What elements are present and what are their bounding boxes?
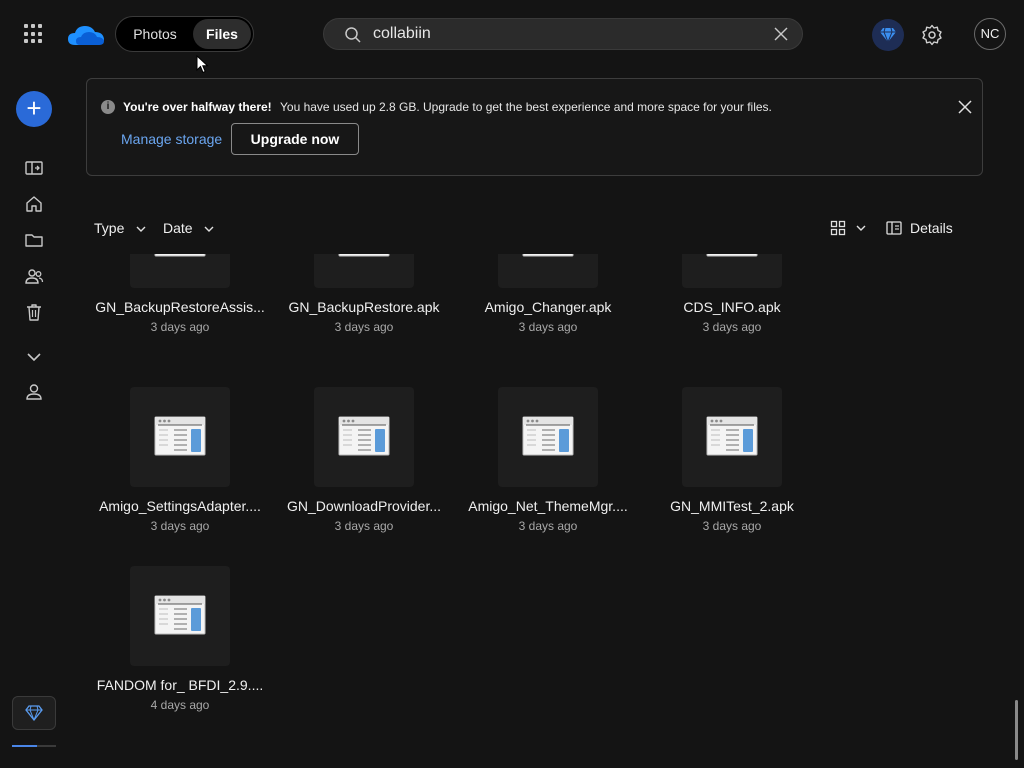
info-icon: i [101,100,115,114]
file-tile[interactable]: GN_BackupRestore.apk 3 days ago [272,254,456,358]
file-name[interactable]: GN_MMITest_2.apk [640,498,824,514]
settings-gear-icon[interactable] [920,23,944,47]
file-tile[interactable]: Amigo_Net_ThemeMgr.... 3 days ago [456,387,640,557]
file-thumbnail[interactable] [498,387,598,487]
apk-file-icon [154,595,206,635]
files-grid: GN_BackupRestoreAssis... 3 days ago GN_Bac… [68,254,1013,768]
details-pane-button[interactable]: Details [886,219,953,237]
apk-file-icon [154,416,206,456]
file-name[interactable]: GN_BackupRestoreAssis... [88,299,272,315]
view-options-button[interactable] [830,219,866,237]
file-modified: 3 days ago [334,320,394,334]
file-tile[interactable]: GN_MMITest_2.apk 3 days ago [640,387,824,557]
file-thumbnail[interactable] [314,387,414,487]
apk-file-icon [338,254,390,257]
chevron-down-icon [204,226,214,233]
search-box [323,18,803,50]
sidebar: + [0,68,68,768]
manage-storage-link[interactable]: Manage storage [121,131,222,147]
file-tile[interactable]: FANDOM for_ BFDI_2.9.... 4 days ago [88,566,272,736]
file-name[interactable]: GN_DownloadProvider... [272,498,456,514]
file-thumbnail[interactable] [682,387,782,487]
search-input[interactable] [373,19,763,49]
file-thumbnail[interactable] [314,254,414,288]
file-modified: 3 days ago [518,320,578,334]
file-name[interactable]: FANDOM for_ BFDI_2.9.... [88,677,272,693]
banner-message: You have used up 2.8 GB. Upgrade to get … [280,100,772,114]
apk-file-icon [522,416,574,456]
file-modified: 4 days ago [150,698,210,712]
vertical-scrollbar[interactable] [1015,700,1018,760]
storage-warning-banner: i You're over halfway there! You have us… [86,78,983,176]
mouse-cursor-icon [196,55,209,74]
onedrive-logo[interactable] [66,20,106,48]
chevron-down-icon [856,225,866,231]
apk-file-icon [154,254,206,257]
diamond-icon [25,705,43,721]
file-modified: 3 days ago [150,519,210,533]
person-icon[interactable] [24,382,44,402]
apk-file-icon [522,254,574,257]
storage-progress-bar [12,745,56,747]
account-avatar[interactable]: NC [974,18,1006,50]
grid-view-icon [830,220,846,236]
file-name[interactable]: CDS_INFO.apk [640,299,824,315]
file-name[interactable]: GN_BackupRestore.apk [272,299,456,315]
date-filter-button[interactable]: Date [163,219,214,237]
file-thumbnail[interactable] [682,254,782,288]
file-tile[interactable]: GN_BackupRestoreAssis... 3 days ago [88,254,272,358]
create-new-button[interactable]: + [16,91,52,127]
file-name[interactable]: Amigo_SettingsAdapter.... [88,498,272,514]
tab-photos[interactable]: Photos [119,19,191,49]
premium-side-button[interactable] [12,696,56,730]
file-tile[interactable]: Amigo_SettingsAdapter.... 3 days ago [88,387,272,557]
file-modified: 3 days ago [150,320,210,334]
apk-file-icon [338,416,390,456]
type-filter-label: Type [94,220,125,236]
apk-file-icon [706,416,758,456]
type-filter-button[interactable]: Type [94,219,146,237]
premium-button[interactable] [872,19,904,51]
details-pane-icon [886,221,902,235]
file-thumbnail[interactable] [130,566,230,666]
apk-file-icon [706,254,758,257]
folder-icon[interactable] [24,230,44,250]
tab-files[interactable]: Files [193,19,251,49]
home-icon[interactable] [24,194,44,214]
file-modified: 3 days ago [334,519,394,533]
upgrade-now-button[interactable]: Upgrade now [231,123,359,155]
search-icon [345,27,361,43]
top-bar: Photos Files NC [0,0,1024,68]
recycle-bin-icon[interactable] [24,302,44,322]
file-tile[interactable]: CDS_INFO.apk 3 days ago [640,254,824,358]
chevron-down-icon [136,226,146,233]
my-files-icon[interactable] [24,158,44,178]
diamond-icon [880,27,896,43]
file-tile[interactable]: GN_DownloadProvider... 3 days ago [272,387,456,557]
banner-title: You're over halfway there! [123,100,272,114]
close-icon[interactable] [958,100,972,114]
file-name[interactable]: Amigo_Net_ThemeMgr.... [456,498,640,514]
app-launcher-icon[interactable] [24,24,44,44]
file-modified: 3 days ago [702,320,762,334]
clear-search-icon[interactable] [774,27,788,41]
view-switcher: Photos Files [115,16,254,52]
details-label: Details [910,220,953,236]
date-filter-label: Date [163,220,193,236]
file-name[interactable]: Amigo_Changer.apk [456,299,640,315]
file-thumbnail[interactable] [498,254,598,288]
chevron-down-icon[interactable] [24,347,44,367]
file-modified: 3 days ago [702,519,762,533]
file-modified: 3 days ago [518,519,578,533]
file-tile[interactable]: Amigo_Changer.apk 3 days ago [456,254,640,358]
file-thumbnail[interactable] [130,254,230,288]
file-thumbnail[interactable] [130,387,230,487]
storage-progress-fill [12,745,37,747]
shared-people-icon[interactable] [24,266,44,286]
